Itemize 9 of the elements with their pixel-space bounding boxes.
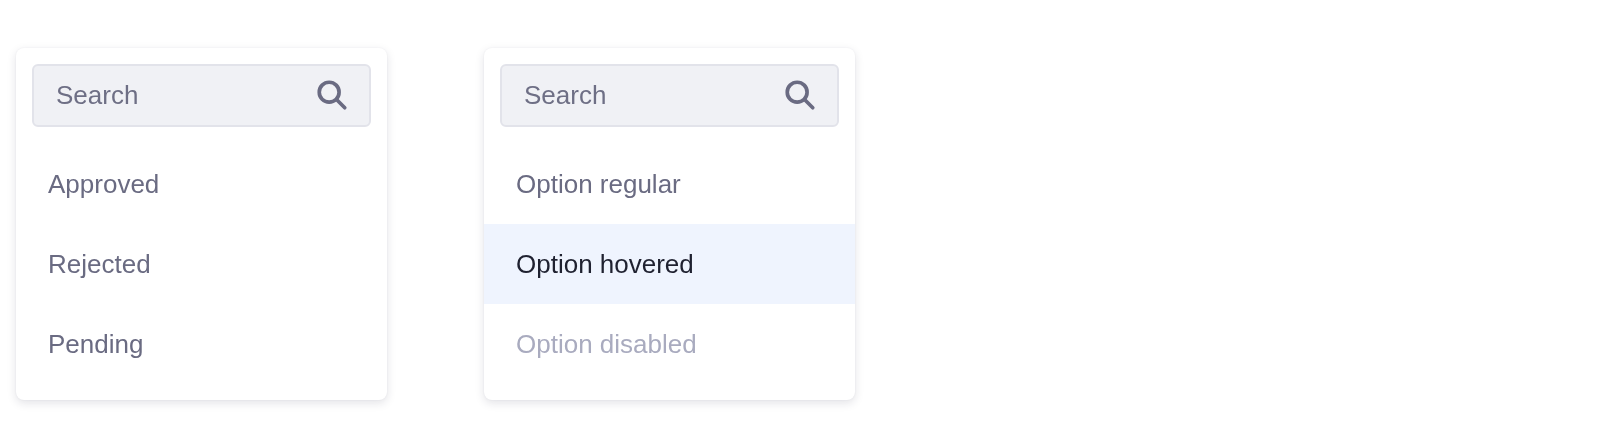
dropdown-option[interactable]: Option regular	[484, 144, 855, 224]
search-field[interactable]: Search	[500, 64, 839, 127]
dropdown-option[interactable]: Approved	[16, 144, 387, 224]
dropdown-option[interactable]: Rejected	[16, 224, 387, 304]
search-icon	[315, 78, 349, 112]
search-field[interactable]: Search	[32, 64, 371, 127]
dropdown-option[interactable]: Option hovered	[484, 224, 855, 304]
dropdown-option[interactable]: Pending	[16, 304, 387, 384]
search-icon	[783, 78, 817, 112]
